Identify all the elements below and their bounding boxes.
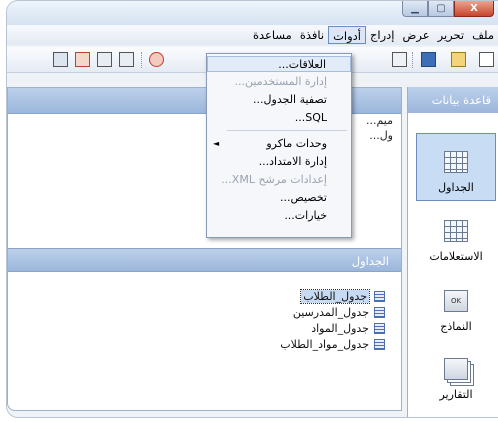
table-icon [374, 322, 385, 334]
print-preview-icon[interactable] [392, 52, 407, 67]
menu-edit[interactable]: تحرير [434, 26, 469, 44]
report-icon[interactable] [75, 52, 90, 67]
table-icon [374, 290, 385, 302]
save-icon[interactable] [421, 52, 436, 67]
table-row[interactable]: جدول_مواد_الطلاب [280, 336, 385, 352]
menu-window[interactable]: نافذة [296, 26, 328, 44]
menu-help[interactable]: مساعدة [249, 26, 296, 44]
menu-item-user-admin[interactable]: إدارة المستخدمين... [207, 74, 351, 90]
tables-list: جدول_الطلاب جدول_المدرسين جدول_المواد جد… [280, 288, 385, 352]
reports-icon [444, 358, 468, 380]
menu-item-customize[interactable]: تخصيص... [207, 190, 351, 206]
queries-icon [444, 220, 468, 242]
task-item[interactable]: ميم... [366, 114, 393, 127]
application-window: ▁ ▢ X ملف تحرير عرض إدراج أدوات نافذة مس… [6, 0, 498, 418]
help-lifebuoy-icon[interactable] [149, 52, 164, 67]
menu-file[interactable]: ملف [468, 26, 498, 44]
open-folder-icon[interactable] [451, 52, 466, 67]
nav-item-label: التقارير [439, 388, 473, 401]
table-view-icon[interactable] [119, 52, 134, 67]
table-name: جدول_المواد [311, 321, 369, 335]
form-design-icon[interactable] [53, 52, 68, 67]
database-nav-pane: قاعدة بيانات الجداول الاستعلامات OK النم… [407, 87, 498, 417]
menu-item-label: وحدات ماكرو [266, 137, 327, 150]
menu-item-options[interactable]: خيارات... [207, 208, 351, 224]
nav-item-forms[interactable]: OK النماذج [416, 271, 496, 339]
table-icon [374, 338, 385, 350]
toolbar-separator [412, 52, 413, 68]
menu-insert[interactable]: إدراج [366, 26, 399, 44]
tools-dropdown-menu: العلاقات... إدارة المستخدمين... تصفية ال… [206, 53, 352, 238]
forms-icon: OK [444, 290, 468, 312]
menu-item-sql[interactable]: SQL... [207, 110, 351, 126]
menu-item-extension-manager[interactable]: إدارة الامتداد... [207, 154, 351, 170]
nav-item-tables[interactable]: الجداول [416, 133, 496, 201]
table-name: جدول_الطلاب [300, 288, 370, 304]
minimize-icon: ▁ [411, 3, 419, 14]
toolbar-separator [141, 52, 142, 68]
minimize-button[interactable]: ▁ [402, 1, 428, 17]
nav-item-queries[interactable]: الاستعلامات [416, 201, 496, 269]
maximize-icon: ▢ [436, 3, 446, 14]
window-controls: ▁ ▢ X [402, 1, 494, 17]
table-name: جدول_المدرسين [292, 305, 369, 319]
nav-header: قاعدة بيانات [408, 87, 498, 113]
nav-item-reports[interactable]: التقارير [416, 339, 496, 407]
tables-header: الجداول [8, 248, 401, 272]
table-row[interactable]: جدول_المدرسين [280, 304, 385, 320]
new-document-icon[interactable] [479, 52, 494, 67]
menu-separator [227, 130, 347, 131]
task-item[interactable]: ول... [369, 129, 393, 142]
menu-bar: ملف تحرير عرض إدراج أدوات نافذة مساعدة [7, 25, 498, 45]
table-name: جدول_مواد_الطلاب [280, 337, 369, 351]
edit-form-icon[interactable] [97, 52, 112, 67]
menu-view[interactable]: عرض [398, 26, 433, 44]
menu-tools[interactable]: أدوات [328, 26, 366, 44]
table-icon [374, 306, 385, 318]
maximize-button[interactable]: ▢ [428, 1, 454, 17]
menu-item-xml-filter-settings[interactable]: إعدادات مرشح XML... [207, 172, 351, 188]
title-bar: ▁ ▢ X [7, 1, 498, 25]
form-badge: OK [450, 297, 462, 305]
nav-item-label: الجداول [438, 181, 474, 194]
menu-item-table-filter[interactable]: تصفية الجدول... [207, 92, 351, 108]
table-row[interactable]: جدول_الطلاب [280, 288, 385, 304]
nav-item-label: النماذج [440, 320, 472, 333]
menu-item-relationships[interactable]: العلاقات... [207, 56, 351, 72]
submenu-arrow-icon: ◄ [213, 139, 220, 148]
tables-icon [444, 151, 468, 173]
nav-item-label: الاستعلامات [429, 250, 483, 263]
menu-item-macros[interactable]: وحدات ماكرو ◄ [207, 136, 351, 152]
close-button[interactable]: X [454, 1, 494, 17]
table-row[interactable]: جدول_المواد [280, 320, 385, 336]
close-icon: X [470, 3, 478, 14]
